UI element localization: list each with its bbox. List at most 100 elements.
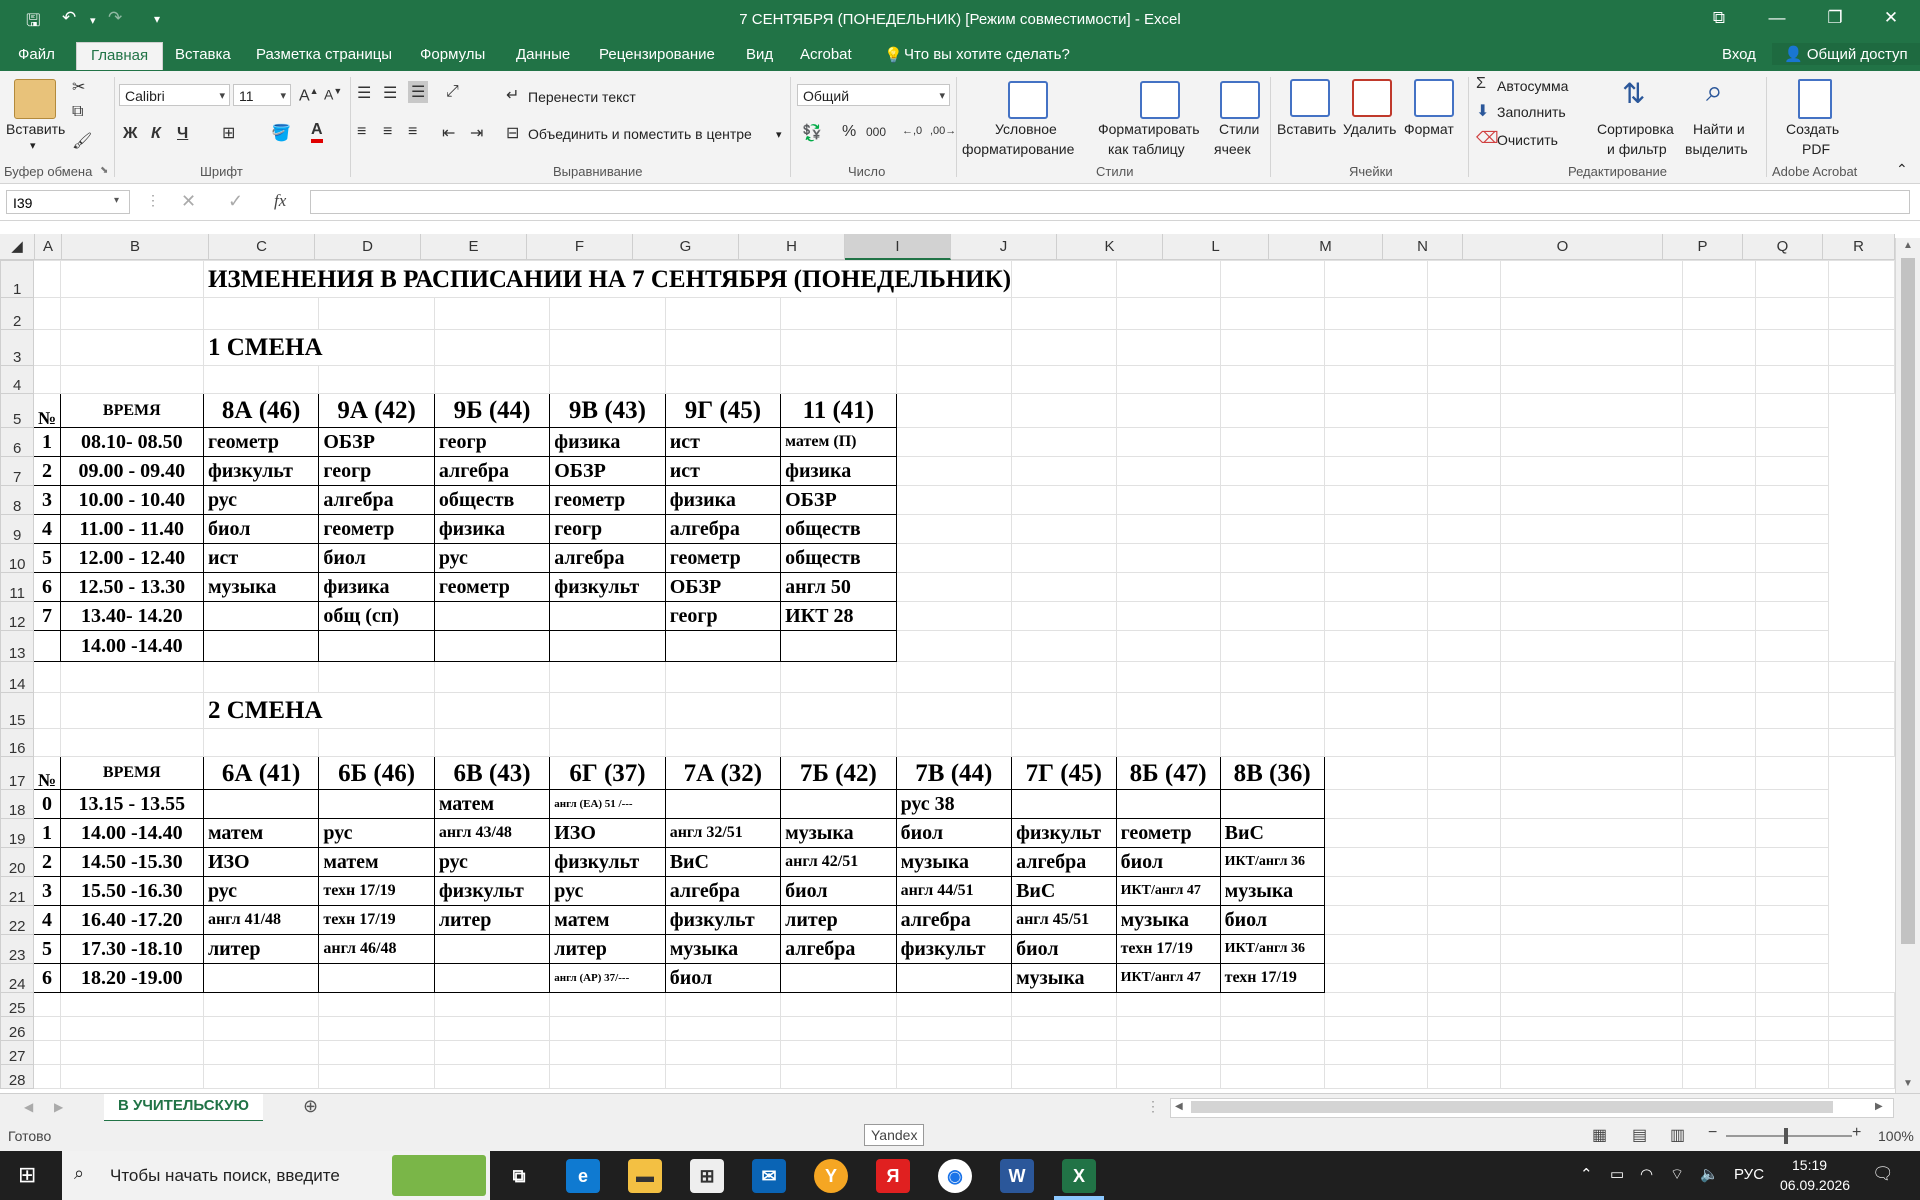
row-header[interactable]: 7 [0,456,35,486]
class-header[interactable]: 6Б (46) [318,756,435,790]
num-header[interactable]: № [33,756,61,790]
tab-acrobat[interactable]: Acrobat [800,46,852,63]
word-icon[interactable]: W [1000,1159,1034,1193]
class-header[interactable]: 9Г (45) [664,393,782,428]
class-header[interactable]: 7Г (45) [1011,756,1117,790]
sheet-tab-active[interactable]: В УЧИТЕЛЬСКУЮ [104,1094,263,1123]
mail-icon[interactable]: ✉ [752,1159,786,1193]
lesson-cell[interactable]: литер [780,905,897,935]
increase-decimal-icon[interactable]: ←,0 [902,125,922,137]
lesson-cell[interactable]: музыка [202,572,320,602]
paste-button[interactable]: Вставить [6,121,65,137]
lesson-cell[interactable] [318,789,435,819]
row-header[interactable]: 13 [0,630,35,662]
vertical-scroll-thumb[interactable] [1901,258,1915,944]
row-header[interactable]: 2 [0,297,35,330]
font-size-combo[interactable]: 11 [233,84,291,107]
column-header-selected[interactable]: I [845,234,951,260]
row-header[interactable]: 5 [0,393,35,428]
lesson-cell[interactable] [433,934,551,964]
lesson-time[interactable]: 18.20 -19.00 [59,963,204,993]
name-box[interactable]: I39 [6,190,130,214]
lesson-cell[interactable]: алгебра [664,514,782,544]
lesson-cell[interactable]: геометр [1115,818,1221,848]
lesson-cell[interactable]: обществ [433,485,551,515]
lesson-cell[interactable]: общ (сп) [318,601,435,631]
lesson-number[interactable]: 6 [33,572,61,602]
lesson-cell[interactable]: алгебра [549,543,666,573]
row-header[interactable]: 10 [0,543,35,573]
lesson-cell[interactable]: англ 42/51 [780,847,897,877]
lesson-cell[interactable]: музыка [1219,876,1325,906]
lesson-cell[interactable]: ВиС [664,847,782,877]
scroll-right-icon[interactable]: ▶ [1875,1101,1883,1112]
align-left-icon[interactable]: ≡ [357,123,366,141]
lesson-cell[interactable] [433,601,551,631]
lesson-cell[interactable]: матем (П) [780,427,897,457]
lesson-cell[interactable]: биол [1115,847,1221,877]
wrap-text-button[interactable]: Перенести текст [528,89,636,105]
tell-me-input[interactable]: Что вы хотите сделать? [904,46,1070,63]
paste-dropdown-icon[interactable]: ▾ [30,139,36,152]
conditional-format-icon[interactable] [1008,81,1048,119]
row-header[interactable]: 28 [0,1064,35,1089]
prev-sheet-icon[interactable]: ◀ [24,1100,33,1114]
fill-button[interactable]: Заполнить [1497,104,1566,120]
lesson-cell[interactable]: англ 32/51 [664,818,782,848]
lesson-cell[interactable] [433,963,551,993]
restore-icon[interactable]: ❐ [1820,8,1850,28]
lesson-cell[interactable] [1219,789,1325,819]
row-header[interactable]: 17 [0,756,35,790]
align-right-icon[interactable]: ≡ [408,123,417,141]
lesson-cell[interactable] [202,630,320,662]
select-all-corner[interactable]: ◢ [0,234,35,260]
lesson-cell[interactable]: физкульт [895,934,1013,964]
class-header[interactable]: 9Б (44) [433,393,551,428]
scroll-left-icon[interactable]: ◀ [1175,1101,1183,1112]
class-header[interactable]: 8В (36) [1219,756,1325,790]
collapse-ribbon-icon[interactable]: ⌃ [1896,161,1908,178]
volume-icon[interactable]: 🔈 [1700,1165,1719,1183]
row-header[interactable]: 20 [0,847,35,877]
clock-time[interactable]: 15:19 [1792,1157,1827,1173]
row-header[interactable]: 23 [0,934,35,964]
lesson-cell[interactable]: геогр [433,427,551,457]
cell-styles-label[interactable]: Стили [1219,121,1259,137]
lesson-time[interactable]: 16.40 -17.20 [59,905,204,935]
clear-button[interactable]: Очистить [1497,132,1558,148]
horizontal-scrollbar[interactable]: ◀ ▶ [1170,1098,1894,1118]
lesson-cell[interactable] [1011,789,1117,819]
network-icon[interactable]: ◠ [1640,1165,1653,1183]
lesson-cell[interactable]: биол [895,818,1013,848]
row-header[interactable]: 18 [0,789,35,819]
row-header[interactable]: 21 [0,876,35,906]
align-middle-icon[interactable]: ☰ [383,83,397,103]
decrease-font-icon[interactable]: A▼ [324,86,342,103]
lesson-cell[interactable]: литер [433,905,551,935]
conditional-format-label-2[interactable]: форматирование [962,141,1074,157]
number-format-combo[interactable]: Общий [797,84,950,107]
ribbon-display-icon[interactable]: ⧉ [1704,8,1734,28]
decrease-decimal-icon[interactable]: ,00→ [930,125,956,137]
autosum-button[interactable]: Автосумма [1497,78,1568,94]
column-header[interactable]: N [1383,234,1463,260]
lesson-cell[interactable]: биол [1011,934,1117,964]
lesson-cell[interactable] [318,630,435,662]
copy-icon[interactable]: ⧉ [72,103,83,121]
lesson-cell[interactable]: алгебра [433,456,551,486]
lesson-cell[interactable]: техн 17/19 [1219,963,1325,993]
thousands-icon[interactable]: 000 [866,125,886,139]
align-bottom-icon[interactable]: ☰ [408,81,429,103]
increase-font-icon[interactable]: A▲ [299,86,319,105]
lesson-cell[interactable]: матем [549,905,666,935]
autosum-icon[interactable]: Σ [1476,75,1486,93]
column-header[interactable]: E [421,234,527,260]
taskbar-search[interactable]: ⌕ Чтобы начать поиск, введите [62,1151,490,1200]
lesson-cell[interactable]: физика [664,485,782,515]
decrease-indent-icon[interactable]: ⇤ [442,123,455,143]
fill-color-icon[interactable]: 🪣 [271,123,291,143]
lesson-cell[interactable]: биол [202,514,320,544]
class-header[interactable]: 11 (41) [780,393,897,428]
column-header[interactable]: P [1663,234,1743,260]
chrome-icon[interactable]: ◉ [938,1159,972,1193]
